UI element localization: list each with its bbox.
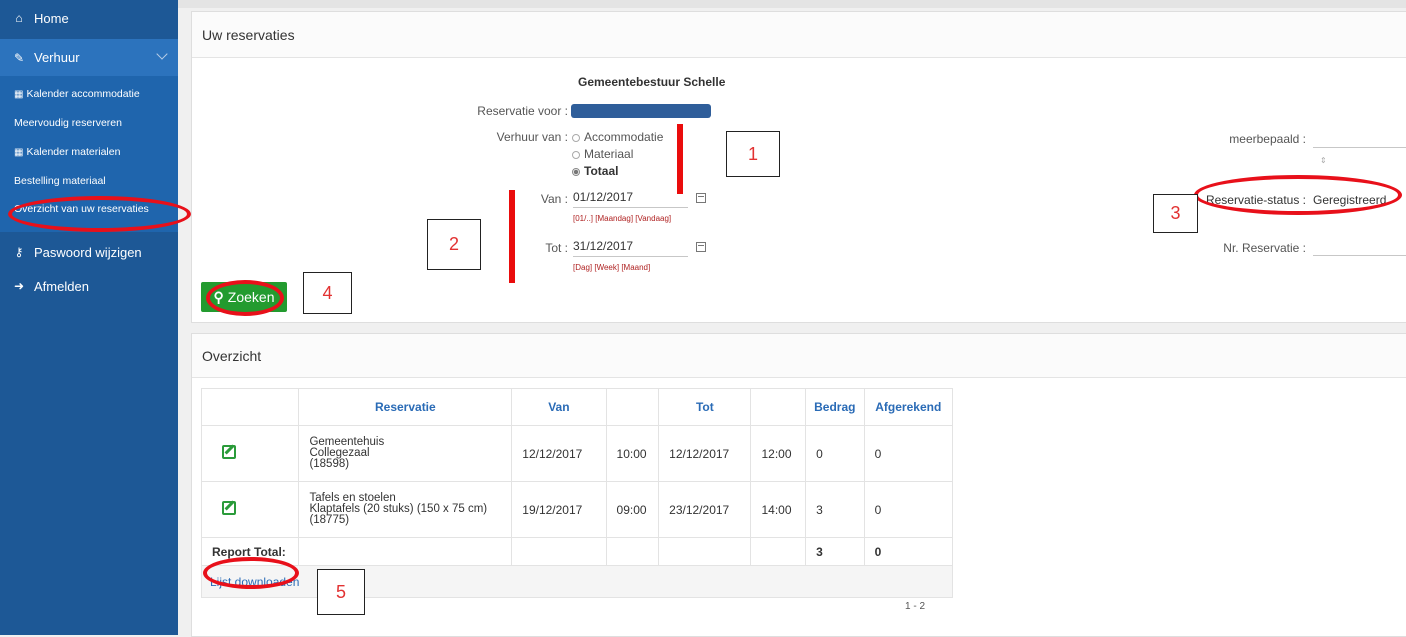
edit-icon[interactable]: [222, 501, 236, 515]
radio-totaal[interactable]: Totaal: [572, 164, 618, 178]
calendar-icon: ▦: [14, 88, 24, 100]
radio-circle-selected: [572, 167, 580, 176]
sidebar-item-afmelden[interactable]: ➜ Afmelden: [0, 274, 178, 298]
calendar-icon[interactable]: [696, 193, 706, 203]
tot-time-cell: 14:00: [750, 481, 807, 538]
sidebar-item-kalender-accommodatie[interactable]: ▦ Kalender accommodatie: [14, 88, 140, 100]
sidebar-item-bestelling-materiaal[interactable]: Bestelling materiaal: [14, 175, 106, 187]
van-time-cell: 09:00: [605, 481, 660, 538]
annotation-ellipse: [206, 280, 284, 316]
chevron-down-icon: [156, 48, 168, 60]
van-cell: 12/12/2017: [511, 425, 607, 482]
column-header[interactable]: Reservatie: [298, 388, 513, 426]
search-panel: Uw reservaties: [191, 11, 1406, 323]
reservations-table: Reservatie Van Tot Bedrag Afgerekend Gem…: [200, 388, 954, 598]
top-strip: [178, 0, 1406, 8]
annotation-bar: [677, 124, 683, 194]
bedrag-cell: 3: [805, 481, 865, 538]
key-icon: ⚷: [14, 245, 24, 259]
column-header[interactable]: Van: [511, 388, 607, 426]
panel-title: Overzicht: [192, 334, 1406, 378]
column-header[interactable]: Bedrag: [805, 388, 865, 426]
pagination-info: 1 - 2: [905, 601, 926, 612]
total-bedrag: 3: [805, 537, 865, 566]
reservatie-cell: Tafels en stoelen Klaptafels (20 stuks) …: [298, 481, 513, 538]
table-header-row: Reservatie Van Tot Bedrag Afgerekend: [200, 388, 954, 426]
total-row: Report Total: 3 0: [200, 537, 954, 566]
annotation-ellipse: [8, 196, 191, 232]
footer-row: Lijst downloaden: [201, 565, 953, 598]
table-row: Gemeentehuis Collegezaal (18598) 12/12/2…: [200, 425, 954, 482]
sidebar: ⌂ Home ✎ Verhuur ▦ Kalender accommodatie…: [0, 0, 178, 635]
sidebar-item-label: Home: [34, 10, 69, 26]
annotation-label-5: 5: [317, 569, 365, 615]
reservatie-cell: Gemeentehuis Collegezaal (18598): [298, 425, 513, 482]
edit-cell: [200, 481, 300, 538]
sidebar-item-verhuur[interactable]: ✎ Verhuur: [0, 39, 178, 76]
van-cell: 19/12/2017: [511, 481, 607, 538]
afgerekend-cell: 0: [863, 481, 954, 538]
verhuur-van-label: Verhuur van :: [496, 130, 568, 144]
sidebar-item-home[interactable]: ⌂ Home: [0, 0, 178, 36]
calendar-icon[interactable]: [696, 242, 706, 252]
column-header[interactable]: Tot: [658, 388, 752, 426]
van-label: Van :: [540, 192, 568, 206]
reservatie-voor-label: Reservatie voor :: [477, 104, 568, 118]
tot-cell: 23/12/2017: [658, 481, 752, 538]
sidebar-item-label: Verhuur: [34, 50, 80, 65]
tot-cell: 12/12/2017: [658, 425, 752, 482]
annotation-ellipse: [1194, 175, 1402, 215]
van-date-input[interactable]: 01/12/2017: [573, 190, 688, 208]
radio-circle: [572, 150, 580, 159]
home-icon: ⌂: [15, 11, 23, 25]
annotation-label-4: 4: [303, 272, 352, 314]
sidebar-item-kalender-materialen[interactable]: ▦ Kalender materialen: [14, 146, 120, 158]
column-header[interactable]: Afgerekend: [863, 388, 954, 426]
annotation-label-3: 3: [1153, 194, 1198, 233]
tot-quick-links[interactable]: [Dag] [Week] [Maand]: [573, 263, 650, 272]
reservatie-voor-field[interactable]: [571, 104, 711, 118]
bedrag-cell: 0: [805, 425, 865, 482]
tot-label: Tot :: [545, 241, 568, 255]
annotation-bar: [509, 190, 515, 283]
annotation-ellipse: [203, 557, 299, 589]
edit-cell: [200, 425, 300, 482]
tot-time-cell: 12:00: [750, 425, 807, 482]
sidebar-item-meervoudig-reserveren[interactable]: Meervoudig reserveren: [14, 117, 122, 129]
total-afgerekend: 0: [863, 537, 954, 566]
annotation-label-2: 2: [427, 219, 481, 270]
edit-icon[interactable]: [222, 445, 236, 459]
annotation-label-1: 1: [726, 131, 780, 177]
calendar-icon: ▦: [14, 146, 24, 158]
organization-name: Gemeentebestuur Schelle: [578, 75, 726, 89]
tot-date-input[interactable]: 31/12/2017: [573, 239, 688, 257]
column-header: [750, 388, 807, 426]
radio-circle: [572, 133, 580, 142]
column-header: [200, 388, 300, 426]
meerbepaald-input[interactable]: [1313, 131, 1406, 148]
column-header: [605, 388, 660, 426]
van-time-cell: 10:00: [605, 425, 660, 482]
van-quick-links[interactable]: [01/..] [Maandag] [Vandaag]: [573, 214, 671, 223]
nr-reservatie-label: Nr. Reservatie :: [1223, 241, 1306, 255]
panel-title: Uw reservaties: [192, 12, 1406, 58]
nr-reservatie-input[interactable]: [1313, 238, 1406, 256]
radio-accommodatie[interactable]: Accommodatie: [572, 130, 663, 144]
sidebar-item-paswoord[interactable]: ⚷ Paswoord wijzigen: [0, 240, 178, 264]
meerbepaald-label: meerbepaald :: [1229, 132, 1306, 146]
sign-out-icon: ➜: [13, 279, 25, 293]
spinner-icon[interactable]: ⇕: [1320, 156, 1327, 165]
edit-icon: ✎: [13, 50, 25, 65]
radio-materiaal[interactable]: Materiaal: [572, 147, 633, 161]
afgerekend-cell: 0: [863, 425, 954, 482]
table-row: Tafels en stoelen Klaptafels (20 stuks) …: [200, 481, 954, 538]
